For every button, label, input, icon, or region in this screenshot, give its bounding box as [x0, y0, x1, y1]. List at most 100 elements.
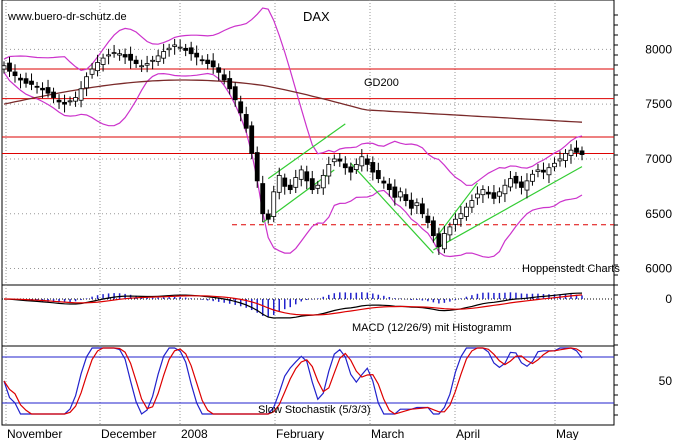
- candle-body: [364, 158, 370, 165]
- candle-body: [128, 53, 134, 61]
- candle-body: [293, 177, 299, 188]
- candle-body: [359, 156, 365, 167]
- candle-body: [7, 62, 12, 72]
- stoch-title: Slow Stochastik (5/3/3): [258, 404, 371, 416]
- candle-body: [150, 59, 156, 62]
- ma200-line: [3, 79, 583, 123]
- candle-body: [177, 46, 183, 49]
- candle-body: [260, 183, 266, 215]
- grid: [1, 0, 618, 426]
- candle-body: [12, 71, 18, 77]
- candle-body: [188, 47, 194, 55]
- source-note: Hoppenstedt Charts: [522, 263, 620, 275]
- candle-body: [541, 169, 546, 173]
- month-label: February: [276, 427, 324, 440]
- candle-body: [458, 213, 464, 219]
- candle-body: [386, 183, 392, 191]
- candle-body: [320, 174, 326, 189]
- candle-body: [469, 200, 475, 208]
- candle-body: [194, 52, 200, 58]
- candle-body: [265, 213, 271, 220]
- bollinger-lower: [3, 71, 583, 259]
- candle-body: [419, 203, 425, 215]
- candle-body: [337, 158, 343, 162]
- candle-body: [309, 178, 315, 191]
- ma200-label: GD200: [364, 77, 399, 89]
- candle-body: [535, 169, 541, 172]
- candle-body: [579, 150, 585, 155]
- candle-body: [287, 184, 293, 191]
- price-tick-label: 7000: [645, 152, 672, 166]
- candle-body: [552, 162, 557, 168]
- candle-body: [45, 87, 51, 94]
- candle-body: [315, 184, 321, 189]
- candle-body: [519, 181, 524, 188]
- candle-body: [205, 59, 211, 64]
- candle-body: [381, 180, 387, 184]
- candle-body: [574, 147, 579, 153]
- candle-body: [106, 54, 111, 57]
- candle-body: [155, 55, 161, 62]
- candle-body: [480, 189, 486, 196]
- candle-body: [353, 164, 359, 170]
- candle-body: [530, 173, 535, 182]
- candle-body: [51, 91, 56, 98]
- candle-body: [243, 114, 249, 129]
- candle-body: [238, 101, 244, 114]
- candle-body: [210, 60, 216, 68]
- candle-body: [78, 88, 84, 101]
- candle-body: [513, 175, 519, 184]
- candle-body: [441, 233, 447, 250]
- candle-body: [62, 101, 67, 105]
- candle-body: [497, 191, 502, 197]
- candle-body: [342, 163, 348, 169]
- candle-body: [370, 162, 376, 173]
- candle-body: [276, 174, 282, 193]
- candle-body: [95, 62, 100, 72]
- candle-body: [122, 54, 128, 58]
- candle-body: [29, 80, 34, 85]
- candle-body: [117, 53, 122, 56]
- candle-body: [73, 97, 78, 102]
- candle-body: [232, 86, 238, 101]
- month-label: 2008: [181, 427, 208, 440]
- candle-body: [199, 59, 205, 62]
- candle-body: [563, 153, 568, 161]
- candle-body: [568, 149, 574, 156]
- candle-body: [166, 47, 172, 51]
- candle-body: [524, 180, 530, 191]
- candle-body: [254, 152, 260, 182]
- candle-body: [557, 158, 563, 162]
- candle-body: [56, 99, 62, 103]
- candle-body: [463, 206, 469, 217]
- price-tick-label: 6000: [645, 262, 672, 276]
- candle-body: [172, 44, 178, 47]
- price-tick-label: 7500: [645, 97, 672, 111]
- candle-body: [100, 57, 106, 65]
- candle-body: [34, 85, 40, 88]
- candle-body: [425, 215, 431, 223]
- candle-body: [144, 63, 150, 66]
- dax-chart: 6000 6500 7000 7500 8000 0 50 November December 2…: [1, 0, 672, 440]
- month-label: March: [371, 427, 404, 440]
- price-tick-label: 6500: [645, 207, 672, 221]
- candle-body: [436, 233, 442, 248]
- candle-body: [452, 218, 458, 225]
- candle-body: [392, 186, 398, 198]
- candle-body: [546, 167, 552, 176]
- macd-panel: [2, 292, 614, 319]
- watermark: www.buero-dr-schutz.de: [7, 11, 127, 23]
- month-label: December: [101, 427, 156, 440]
- candle-body: [475, 193, 480, 199]
- candle-body: [331, 158, 337, 163]
- candle-body: [23, 78, 29, 84]
- horizontal-levels: [2, 68, 614, 226]
- candle-body: [227, 78, 233, 90]
- candle-body: [18, 77, 23, 81]
- candle-body: [491, 192, 497, 199]
- stoch-tick-label: 50: [659, 374, 673, 388]
- axes: 6000 6500 7000 7500 8000 0 50 November December 2…: [7, 42, 672, 440]
- candle-body: [326, 164, 332, 177]
- candle-body: [216, 67, 222, 73]
- candle-body: [502, 184, 508, 195]
